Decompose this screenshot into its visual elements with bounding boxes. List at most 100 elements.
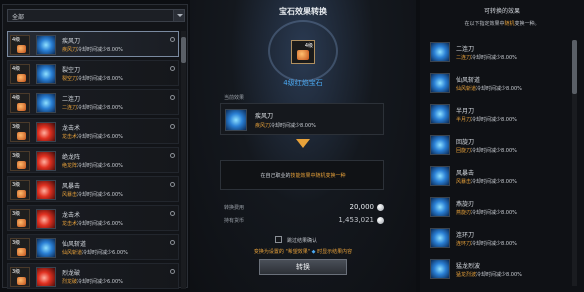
conversion-panel: 宝石效果转换 4级 4级红焰宝石 当前效果 疾风刀 疾风刀冷却时间减少8.00%… <box>190 0 416 292</box>
skill-effect-desc: 疾风刀冷却时间减少8.00% <box>62 47 123 53</box>
diamond-icon: ◆ <box>311 249 316 255</box>
skill-icon <box>430 259 450 279</box>
warning-text: 变换为设置的 "希望效果" ◆ 时显示结果内容 <box>253 249 353 255</box>
silver-coin-icon <box>377 204 384 211</box>
gem-icon <box>17 161 26 169</box>
skill-icon <box>36 64 56 84</box>
bind-status-icon <box>170 211 175 216</box>
skill-icon <box>430 135 450 155</box>
skill-icon <box>36 93 56 113</box>
skill-icon <box>36 209 56 229</box>
skill-icon <box>36 151 56 171</box>
gem-slot-icon: 3级 <box>10 122 30 142</box>
skill-name: 仙风斩道 <box>62 241 87 248</box>
possible-effect-item: 连环刀 连环刀冷却时间减少8.00% <box>428 226 568 252</box>
skill-effect-desc: 仙风斩道冷却时间减少6.00% <box>62 250 128 256</box>
selected-gem-slot[interactable]: 4级 <box>291 40 315 64</box>
bind-status-icon <box>170 182 175 187</box>
effect-desc: 仙风斩道冷却时间减少8.00% <box>456 86 522 92</box>
effect-desc: 风暴击冷却时间减少8.00% <box>456 179 517 185</box>
gem-level-label: 4级 <box>12 95 21 101</box>
gem-list-item[interactable]: 3级 龙击术 龙击术冷却时间减少6.00% <box>7 118 179 144</box>
skip-confirm-checkbox[interactable] <box>275 236 282 243</box>
skill-name: 疾风刀 <box>62 38 81 45</box>
skill-effect-desc: 龙击术冷却时间减少6.00% <box>62 221 123 227</box>
skill-icon <box>36 180 56 200</box>
possible-effects-panel: 可转换的效果 在以下指定效果中随机变换一种。 二连刀 二连刀冷却时间减少8.00%… <box>420 0 584 292</box>
gem-level-label: 3级 <box>12 124 21 130</box>
skill-effect-desc: 烈龙破冷却时间减少6.00% <box>62 279 123 285</box>
cost-row: 转换费用 20,000 <box>224 203 384 213</box>
gem-slot-icon: 3级 <box>10 238 30 258</box>
owned-label: 持有货币 <box>224 218 245 224</box>
gem-list-item[interactable]: 3级 风暴击 风暴击冷却时间减少6.00% <box>7 176 179 202</box>
effect-desc: 半月刀冷却时间减少8.00% <box>456 117 517 123</box>
skill-effect-desc: 裂空刀冷却时间减少8.00% <box>62 76 123 82</box>
cost-value: 20,000 <box>349 203 375 211</box>
panel-title: 宝石效果转换 <box>279 7 327 16</box>
gem-level-label: 3级 <box>12 269 21 275</box>
current-effect-desc: 疾风刀冷却时间减少8.00% <box>255 123 316 129</box>
skill-name: 二连刀 <box>62 96 81 103</box>
gem-list-item[interactable]: 3级 龙击术龙击术冷却时间减少6.00% <box>7 205 179 231</box>
gem-list-item[interactable]: 3级 烈龙破烈龙破冷却时间减少6.00% <box>7 263 179 289</box>
gem-list-item[interactable]: 4级 裂空刀 裂空刀冷却时间减少8.00% <box>7 60 179 86</box>
possible-effects-scrollbar[interactable] <box>572 40 577 286</box>
possible-effect-item: 仙风斩道仙风斩道冷却时间减少8.00% <box>428 71 568 97</box>
gem-icon <box>17 103 26 111</box>
bind-status-icon <box>170 37 175 42</box>
gem-list-item[interactable]: 3级 仙风斩道仙风斩道冷却时间减少6.00% <box>7 234 179 260</box>
chevron-down-icon <box>296 139 310 148</box>
skill-icon <box>430 228 450 248</box>
gem-level-label: 4级 <box>12 37 21 43</box>
effect-desc: 燕旋刃冷却时间减少8.00% <box>456 210 517 216</box>
gem-level-label: 3级 <box>12 211 21 217</box>
gem-slot-icon: 3级 <box>10 151 30 171</box>
gem-icon <box>17 45 26 53</box>
gem-list-item[interactable]: 4级 疾风刀疾风刀冷却时间减少8.00% <box>7 31 179 57</box>
convert-button[interactable]: 转换 <box>259 259 347 275</box>
effect-desc: 回旋刀冷却时间减少8.00% <box>456 148 517 154</box>
chevron-down-icon[interactable] <box>173 10 184 21</box>
scrollbar-thumb[interactable] <box>572 40 577 94</box>
skill-effect-desc: 风暴击冷却时间减少6.00% <box>62 192 123 198</box>
skill-name: 烈龙破 <box>62 270 81 277</box>
effect-name: 燕旋刃 <box>456 201 475 208</box>
gem-name: 4级红焰宝石 <box>283 79 323 87</box>
gem-list-item[interactable]: 4级 二连刀二连刀冷却时间减少8.00% <box>7 89 179 115</box>
gem-icon <box>17 132 26 140</box>
gem-list-item[interactable]: 3级 绝龙阵 绝龙阵冷却时间减少6.00% <box>7 147 179 173</box>
possible-effects-title: 可转换的效果 <box>483 8 520 15</box>
skill-name: 龙击术 <box>62 125 81 132</box>
gem-icon <box>17 248 26 256</box>
wind-blade-skill-icon <box>225 109 247 131</box>
effect-name: 仙风斩道 <box>456 77 481 84</box>
effect-desc: 猛龙烈波冷却时间减少8.00% <box>456 272 522 278</box>
cost-label: 转换费用 <box>224 205 245 211</box>
gem-list-scrollbar[interactable] <box>181 31 186 289</box>
filter-dropdown[interactable]: 全部 <box>7 9 185 22</box>
gem-slot-icon: 4级 <box>10 35 30 55</box>
gem-level-label: 4级 <box>304 43 313 49</box>
skill-icon <box>36 122 56 142</box>
possible-effect-item: 燕旋刃燕旋刃冷却时间减少8.00% <box>428 195 568 221</box>
scrollbar-thumb[interactable] <box>181 37 186 63</box>
bind-status-icon <box>170 269 175 274</box>
skill-name: 裂空刀 <box>62 67 81 74</box>
bind-status-icon <box>170 153 175 158</box>
possible-effect-item: 猛龙烈波 猛龙烈波冷却时间减少8.00% <box>428 257 568 283</box>
bind-status-icon <box>170 124 175 129</box>
skill-name: 龙击术 <box>62 212 81 219</box>
possible-effect-item: 二连刀 二连刀冷却时间减少8.00% <box>428 40 568 66</box>
effect-desc: 连环刀冷却时间减少8.00% <box>456 241 517 247</box>
skill-icon <box>36 35 56 55</box>
skill-icon <box>430 166 450 186</box>
result-info-box: 在自己职业的技能效果中随机变换一种 <box>220 160 384 190</box>
skill-icon <box>430 104 450 124</box>
current-effect-box: 疾风刀 疾风刀冷却时间减少8.00% <box>220 103 384 135</box>
current-effect-name: 疾风刀 <box>255 113 274 120</box>
skill-icon <box>430 73 450 93</box>
gem-icon <box>17 190 26 198</box>
skill-effect-desc: 二连刀冷却时间减少8.00% <box>62 105 123 111</box>
gem-icon <box>17 219 26 227</box>
